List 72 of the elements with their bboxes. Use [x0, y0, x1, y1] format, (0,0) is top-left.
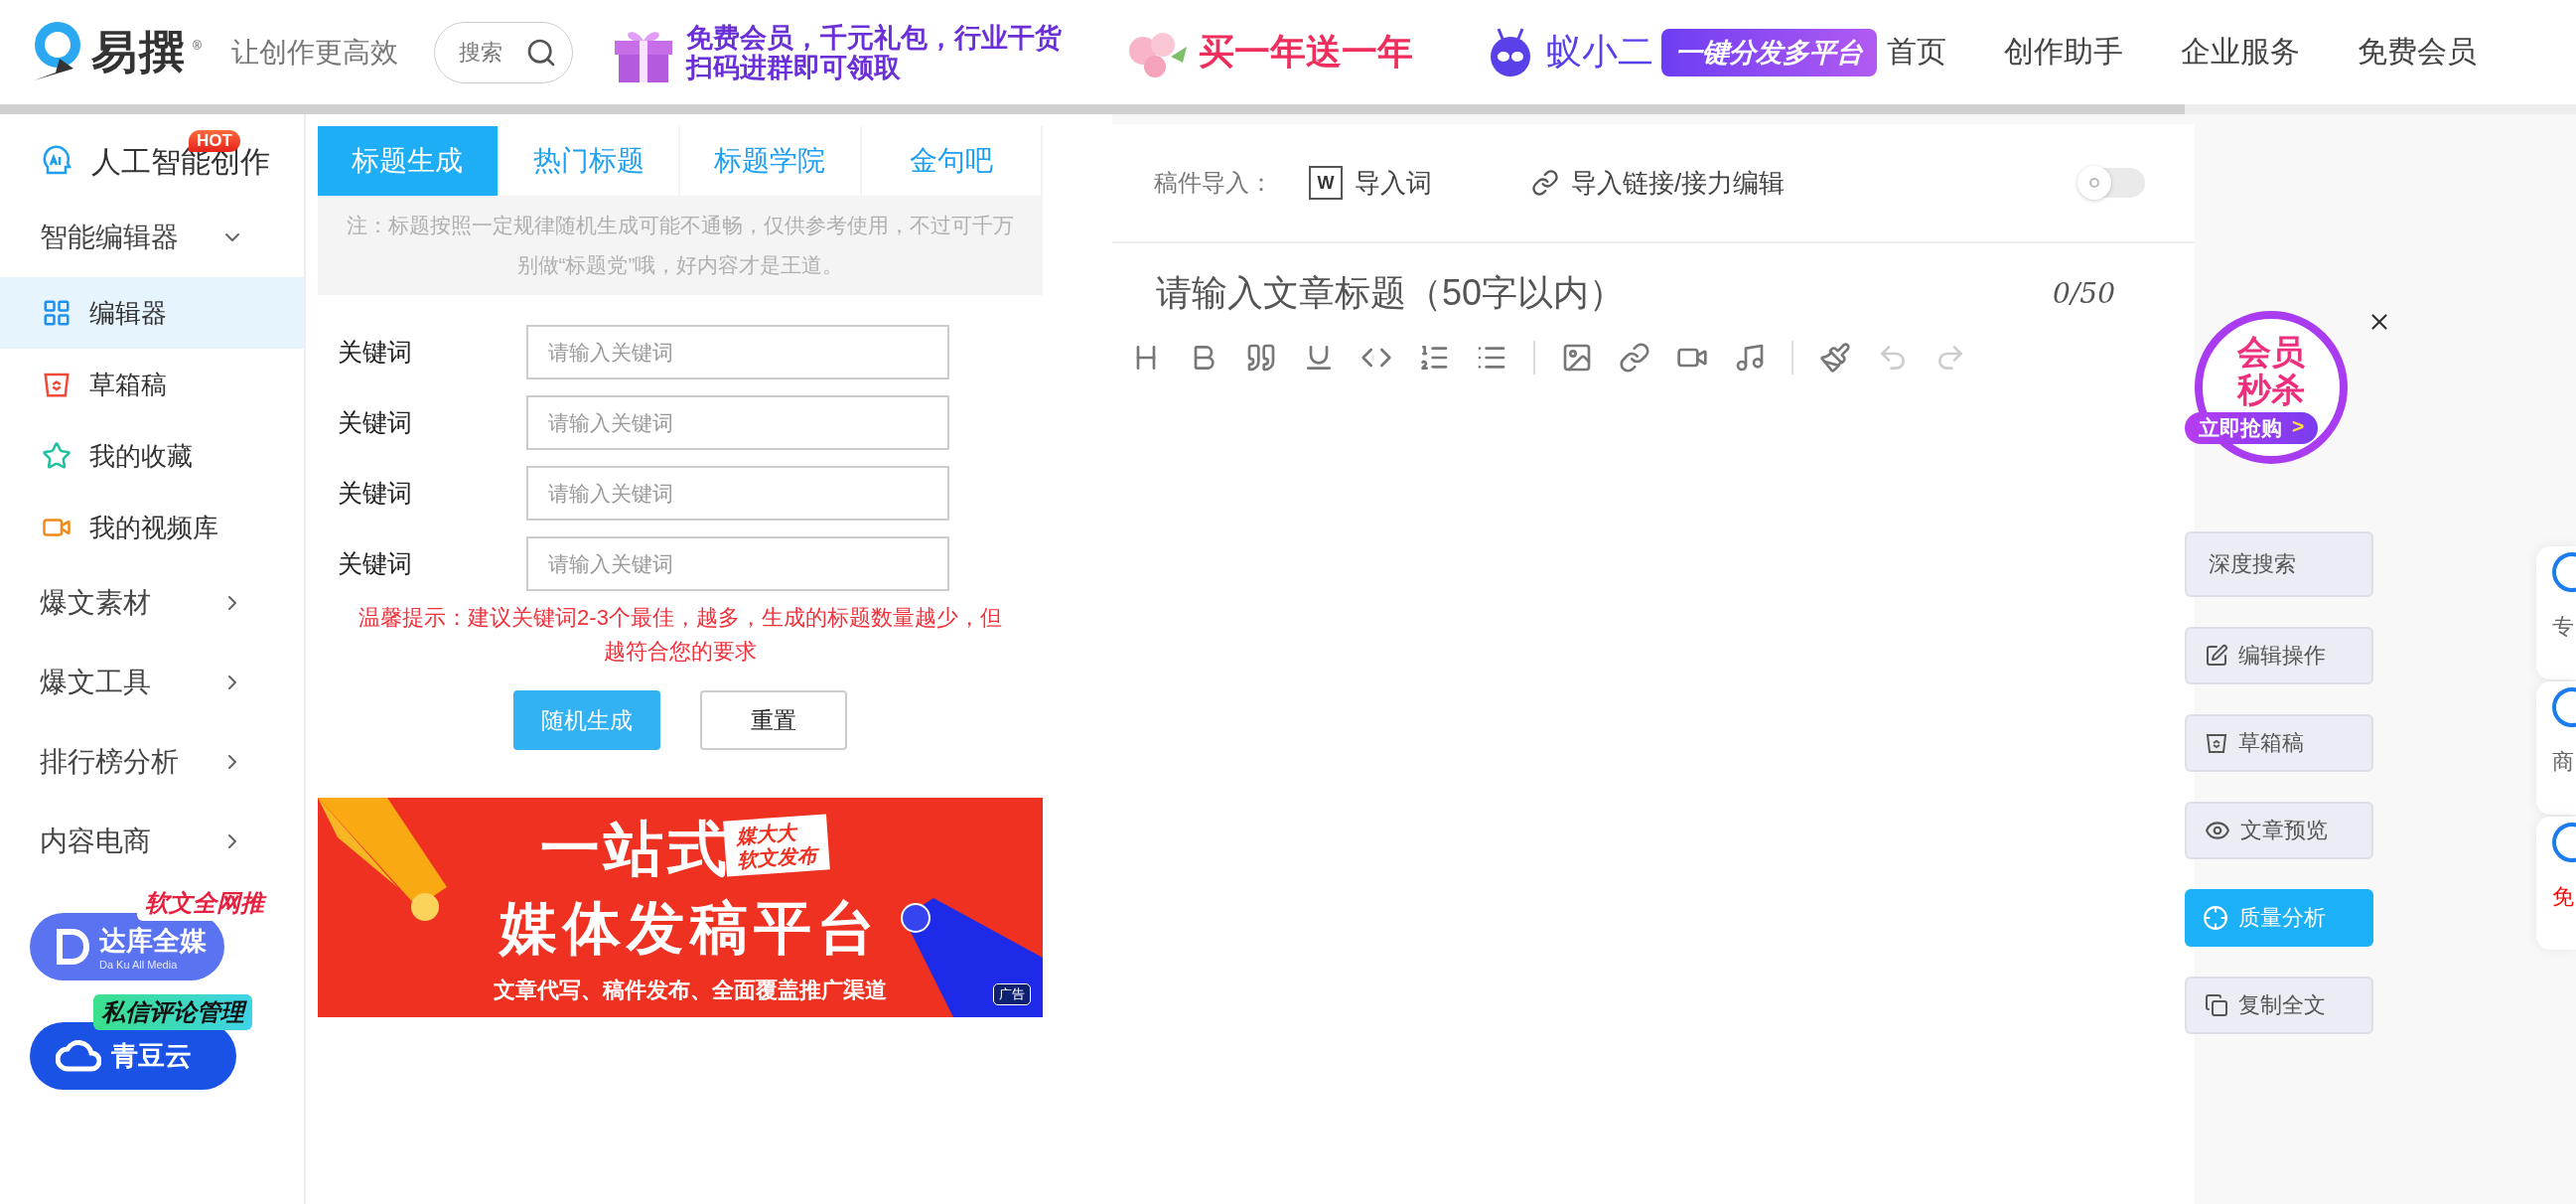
draft-box-icon: [2205, 731, 2228, 755]
import-word-link[interactable]: W 导入词: [1309, 165, 1432, 201]
promo-text: 免费会员，千元礼包，行业干货: [685, 22, 1062, 53]
toggle-switch[interactable]: [2079, 168, 2145, 198]
nav-link[interactable]: 首页: [1886, 32, 1946, 73]
side-button[interactable]: 编辑操作: [2185, 627, 2373, 684]
side-button[interactable]: 草箱稿: [2185, 714, 2373, 772]
keyword-field[interactable]: 请输入关键词: [526, 395, 949, 450]
char-counter: 0/50: [2053, 276, 2115, 310]
float-card[interactable]: 专: [2536, 546, 2576, 679]
ad-name: 达库全媒: [99, 925, 207, 958]
registered-mark: ®: [193, 38, 202, 53]
promo-banner[interactable]: 免费会员，千元礼包，行业干货 扫码进群即可领取: [608, 20, 1062, 84]
sidebar-group[interactable]: 智能编辑器: [0, 198, 304, 277]
brush-icon[interactable]: [1819, 342, 1851, 374]
import-label: 稿件导入：: [1154, 168, 1273, 198]
sidebar-item[interactable]: 编辑器: [0, 277, 304, 349]
horizontal-scrollbar[interactable]: [0, 104, 2576, 114]
logo-icon: [56, 928, 89, 966]
sidebar-item[interactable]: 草箱稿: [0, 349, 304, 420]
nav-link[interactable]: 免费会员: [2357, 32, 2477, 73]
side-button[interactable]: 复制全文: [2185, 977, 2373, 1034]
ad-subtitle: Da Ku All Media: [99, 959, 179, 971]
nav-link[interactable]: 企业服务: [2180, 32, 2300, 73]
sidebar-group[interactable]: 排行榜分析: [0, 722, 304, 802]
field-label: 关键词: [338, 478, 413, 509]
tip-text: 温馨提示：建议关键词2-3个最佳，越多，生成的标题数量越少，但越符合您的要求: [358, 604, 1003, 666]
partner-tag: 一键分发多平台: [1660, 28, 1877, 76]
keyword-field[interactable]: 请输入关键词: [526, 536, 949, 591]
link-icon[interactable]: [1619, 342, 1650, 374]
target-icon: [2203, 905, 2228, 931]
field-label: 关键词: [338, 407, 413, 438]
field-label: 关键词: [338, 337, 413, 368]
side-button[interactable]: 深度搜索: [2185, 531, 2373, 597]
note-text: 注：标题按照一定规律随机生成可能不通畅，仅供参考使用，不过可千万别做“标题党”哦，好内容才是王道。: [318, 196, 1043, 295]
sidebar-group[interactable]: 爆文素材: [0, 563, 304, 643]
partner-name: 蚁小二: [1545, 30, 1653, 74]
ad-subline: 媒体发稿平台: [500, 894, 881, 962]
ad-caption: 文章代写、稿件发布、全面覆盖推广渠道: [494, 977, 887, 1004]
copy-icon: [2205, 993, 2228, 1017]
link-icon: [1531, 169, 1559, 197]
search-field[interactable]: 搜索: [433, 21, 573, 83]
slogan: 让创作更高效: [230, 35, 398, 70]
keyword-field[interactable]: 请输入关键词: [526, 325, 949, 379]
music-icon[interactable]: [1734, 342, 1766, 374]
float-card[interactable]: 商: [2536, 681, 2576, 815]
ad-name: 青豆云: [111, 1040, 192, 1073]
float-card[interactable]: 免: [2536, 817, 2576, 950]
word-icon: W: [1309, 166, 1343, 200]
grid-icon: [42, 298, 72, 328]
ad-marker: 广告: [993, 983, 1031, 1005]
cloud-icon: [56, 1039, 101, 1073]
sidebar-group[interactable]: 爆文工具: [0, 643, 304, 722]
keyword-field[interactable]: 请输入关键词: [526, 466, 949, 521]
sidebar-group[interactable]: 内容电商: [0, 802, 304, 881]
promo-banner[interactable]: 买一年送一年: [1120, 20, 1413, 84]
edit-icon: [2205, 644, 2228, 668]
logo-text: 易撰: [91, 24, 187, 79]
sidebar-item[interactable]: 我的收藏: [0, 420, 304, 492]
quote-icon[interactable]: [1245, 342, 1277, 374]
import-link[interactable]: 导入链接/接力编辑: [1531, 165, 1786, 201]
promo-text: 扫码进群即可领取: [685, 52, 902, 82]
field-label: 关键词: [338, 548, 413, 579]
sidebar-item[interactable]: 我的视频库: [0, 492, 304, 563]
action-button[interactable]: 重置: [700, 690, 847, 750]
promo-text: 买一年送一年: [1198, 30, 1413, 74]
star-icon: [42, 441, 72, 471]
side-button[interactable]: 文章预览: [2185, 802, 2373, 859]
image-icon[interactable]: [1561, 342, 1593, 374]
partner-banner[interactable]: 蚁小二 一键分发多平台: [1482, 24, 1877, 80]
ad-tag: 私信评论管理: [93, 994, 252, 1030]
nav-link[interactable]: 创作助手: [2003, 32, 2123, 73]
